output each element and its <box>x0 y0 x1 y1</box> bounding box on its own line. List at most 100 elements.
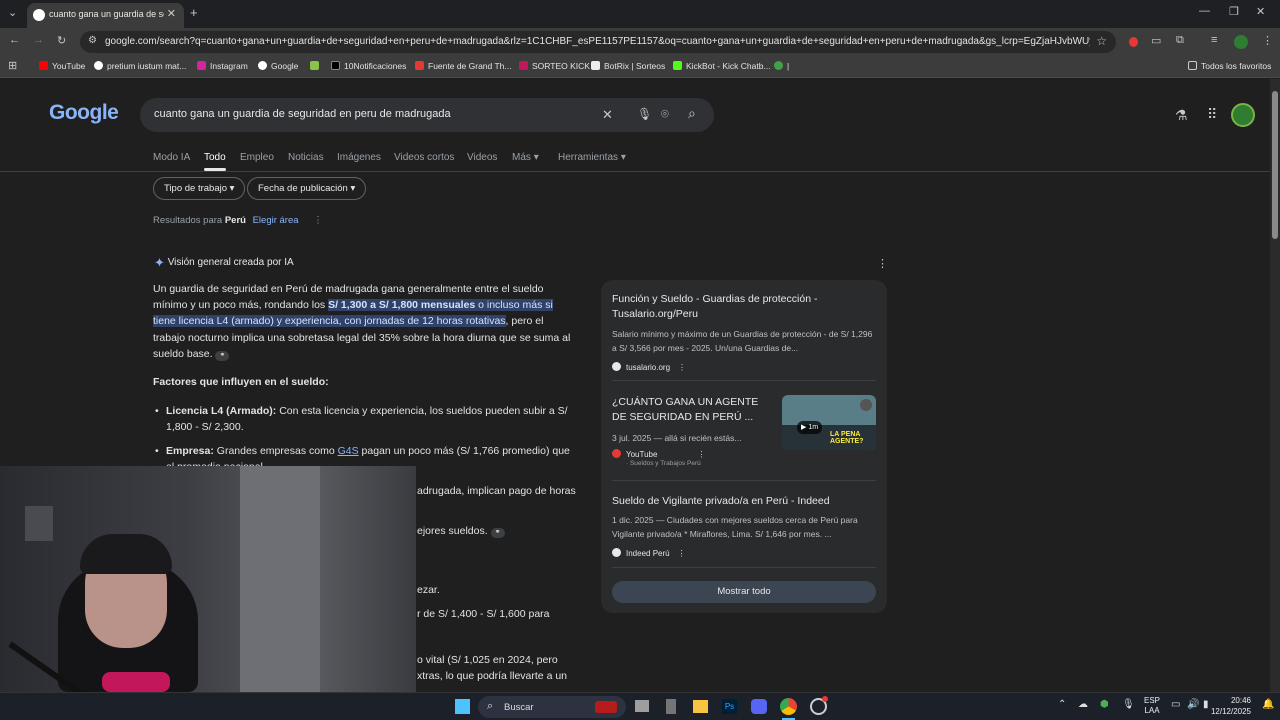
profile-avatar[interactable] <box>1234 35 1248 49</box>
bookmark-botrix[interactable]: BotRix | Sorteos <box>591 61 665 71</box>
chip-tipo-trabajo[interactable]: Tipo de trabajo ▾ <box>153 177 246 200</box>
choose-area-link[interactable]: Elegir área <box>253 215 299 226</box>
sparkle-icon: ✦ <box>154 255 165 270</box>
onedrive-icon[interactable]: ☁ <box>1078 699 1088 710</box>
apps-grid-icon[interactable]: ⊞ <box>8 59 17 72</box>
mic-tray-icon[interactable]: 🎙 <box>1122 699 1135 710</box>
video-badge-icon <box>860 399 872 411</box>
bookmark-google[interactable]: Google <box>258 61 298 71</box>
bookmark-star-icon[interactable]: ☆ <box>1096 34 1107 48</box>
apps-icon[interactable]: ⠿ <box>1207 106 1217 123</box>
link-icon[interactable]: ⚭ <box>490 528 505 538</box>
bookmarks-bar: ⊞ YouTube pretium iustum mat... Instagra… <box>0 56 1280 78</box>
close-tab-icon[interactable]: ✕ <box>167 7 176 20</box>
extension-icon[interactable]: ▭ <box>1151 34 1161 47</box>
botrix-icon <box>591 61 600 70</box>
close-window-icon[interactable]: ✕ <box>1256 5 1265 18</box>
battery-icon[interactable]: ▮ <box>1203 699 1209 710</box>
tray-app-icon[interactable]: ⬢ <box>1100 699 1109 710</box>
more-icon[interactable]: ⋮ <box>678 363 686 372</box>
volume-icon[interactable]: 🔊 <box>1187 699 1199 710</box>
site-info-icon[interactable]: ⚙ <box>88 35 97 46</box>
back-icon[interactable]: ← <box>9 34 20 46</box>
page-scrollbar[interactable] <box>1270 79 1280 692</box>
media-icon[interactable]: ≡ <box>1211 34 1217 46</box>
url-text: google.com/search?q=cuanto+gana+un+guard… <box>105 36 1090 47</box>
source-title[interactable]: ¿CUÁNTO GANA UN AGENTE DE SEGURIDAD EN P… <box>612 395 772 425</box>
link-icon[interactable]: ⚭ <box>215 350 230 361</box>
bookmark-sorteo[interactable]: SORTEO KICK <box>519 61 590 71</box>
more-icon[interactable]: ⋮ <box>697 450 705 459</box>
windows-start-icon[interactable] <box>455 699 470 714</box>
menu-icon[interactable]: ⋮ <box>1262 34 1273 47</box>
leaf-icon <box>310 61 319 70</box>
bookmark-instagram[interactable]: Instagram <box>197 61 248 71</box>
reload-icon[interactable]: ↻ <box>57 34 66 47</box>
chip-fecha-publicacion[interactable]: Fecha de publicación ▾ <box>247 177 367 200</box>
bookmark-youtube[interactable]: YouTube <box>39 61 85 71</box>
chrome-icon[interactable] <box>780 698 797 715</box>
account-avatar[interactable] <box>1231 103 1255 127</box>
bookmark-x[interactable]: 10Notificaciones <box>331 61 406 71</box>
tab-videos-cortos[interactable]: Videos cortos <box>394 152 454 163</box>
scrollbar-thumb[interactable] <box>1272 91 1278 239</box>
bookmark-leaf[interactable] <box>310 61 323 71</box>
all-bookmarks[interactable]: Todos los favoritos <box>1188 61 1271 71</box>
text-fragment: ejores sueldos. ⚭ <box>417 523 505 539</box>
tab-imagenes[interactable]: Imágenes <box>337 152 381 163</box>
language-indicator[interactable]: ESP LAA <box>1144 696 1160 716</box>
clock[interactable]: 20:46 12/12/2025 <box>1209 695 1251 717</box>
google-logo[interactable]: Google <box>49 101 119 125</box>
discord-icon[interactable] <box>751 699 767 714</box>
source-title[interactable]: Sueldo de Vigilante privado/a en Perú - … <box>612 494 874 509</box>
labs-flask-icon[interactable]: ⚗ <box>1175 107 1188 124</box>
notifications-icon[interactable]: 🔔 <box>1262 699 1274 710</box>
tray-chevron-icon[interactable]: ⌃ <box>1058 699 1066 710</box>
tab-modo-ia[interactable]: Modo IA <box>153 152 190 163</box>
more-icon[interactable]: ⋮ <box>678 549 686 558</box>
tusalario-icon <box>612 362 621 371</box>
youtube-channel-icon <box>612 449 621 458</box>
minimize-icon[interactable]: — <box>1199 5 1210 17</box>
source-site[interactable]: YouTube ⋮ · Sueldos y Trabajos Perú <box>612 449 705 467</box>
video-thumbnail[interactable]: LA PENA AGENTE? ▶ 1m <box>782 395 876 450</box>
source-site[interactable]: Indeed Perú ⋮ <box>612 548 686 558</box>
show-all-button[interactable]: Mostrar todo <box>612 581 876 603</box>
tab-videos[interactable]: Videos <box>467 152 497 163</box>
tab-noticias[interactable]: Noticias <box>288 152 324 163</box>
browser-tab[interactable]: cuanto gana un guardia de seg ✕ <box>27 3 184 28</box>
tab-mas[interactable]: Más ▾ <box>512 152 539 163</box>
network-icon[interactable]: ▭ <box>1171 699 1180 710</box>
source-site[interactable]: tusalario.org ⋮ <box>612 362 686 372</box>
search-box[interactable]: cuanto gana un guardia de seguridad en p… <box>140 98 714 132</box>
taskbar-search[interactable]: ⌕ Buscar <box>478 696 626 718</box>
tab-herramientas[interactable]: Herramientas ▾ <box>558 152 626 163</box>
lens-icon[interactable]: ⌾ <box>661 106 669 122</box>
extensions-puzzle-icon[interactable]: ⧉ <box>1176 34 1184 47</box>
restore-icon[interactable]: ❐ <box>1229 5 1239 18</box>
clear-icon[interactable]: ✕ <box>602 107 613 123</box>
tab-todo[interactable]: Todo <box>204 152 226 163</box>
extension-red-icon[interactable] <box>1129 37 1138 47</box>
bookmark-fuente[interactable]: Fuente de Grand Th... <box>415 61 511 71</box>
bookmark-kickbot[interactable]: KickBot - Kick Chatb... <box>673 61 771 71</box>
microphone-icon[interactable]: 🎙 <box>637 107 652 121</box>
tab-search-icon[interactable]: ⌄ <box>8 6 17 19</box>
g4s-link[interactable]: G4S <box>338 445 359 457</box>
microphone-red <box>102 672 170 692</box>
forward-icon[interactable]: → <box>33 34 44 46</box>
bookmark-pretium[interactable]: pretium iustum mat... <box>94 61 186 71</box>
search-icon[interactable]: ⌕ <box>688 105 696 122</box>
app-icon[interactable] <box>666 699 676 714</box>
source-title[interactable]: Función y Sueldo - Guardias de protecció… <box>612 292 874 322</box>
photoshop-icon[interactable]: Ps <box>722 699 737 714</box>
more-options-icon[interactable]: ⋮ <box>313 215 323 226</box>
tab-empleo[interactable]: Empleo <box>240 152 274 163</box>
new-tab-icon[interactable]: + <box>190 5 198 20</box>
address-bar[interactable]: ⚙ google.com/search?q=cuanto+gana+un+gua… <box>80 31 1116 53</box>
file-explorer-icon[interactable] <box>693 700 708 713</box>
text-fragment: xtras, lo que podría llevarte a un <box>417 670 568 682</box>
task-view-icon[interactable] <box>635 700 649 712</box>
ai-more-icon[interactable]: ⋮ <box>877 257 888 270</box>
bookmark-extra[interactable]: | <box>774 61 789 71</box>
